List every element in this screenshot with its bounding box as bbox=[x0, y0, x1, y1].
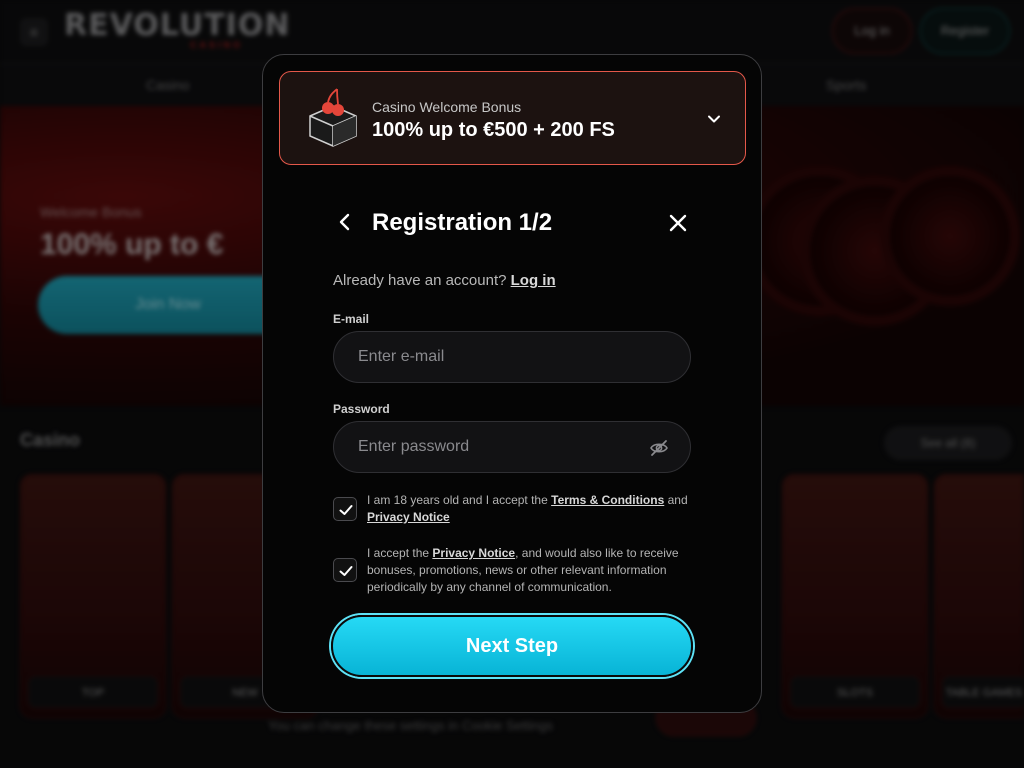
age-terms-consent-text: I am 18 years old and I accept the Terms… bbox=[367, 492, 697, 526]
next-step-label: Next Step bbox=[465, 635, 559, 657]
password-field[interactable] bbox=[358, 422, 648, 472]
email-field[interactable] bbox=[358, 332, 648, 382]
login-link[interactable]: Log in bbox=[511, 272, 556, 289]
privacy-notice-link[interactable]: Privacy Notice bbox=[367, 510, 450, 524]
marketing-consent-text: I accept the Privacy Notice, and would a… bbox=[367, 545, 697, 596]
account-prompt: Already have an account? Log in bbox=[333, 272, 556, 289]
bonus-title: 100% up to €500 + 200 FS bbox=[372, 119, 615, 141]
password-label: Password bbox=[333, 402, 390, 416]
consent-text: and bbox=[667, 493, 688, 507]
eye-off-icon[interactable] bbox=[649, 438, 669, 458]
account-prompt-text: Already have an account? bbox=[333, 272, 507, 289]
next-step-button[interactable]: Next Step bbox=[331, 615, 693, 677]
chevron-down-icon[interactable] bbox=[705, 110, 723, 128]
checkmark-icon bbox=[339, 566, 353, 576]
page-title: Registration 1/2 bbox=[372, 209, 553, 236]
privacy-notice-link[interactable]: Privacy Notice bbox=[432, 546, 515, 560]
cherry-box-icon bbox=[309, 88, 357, 147]
email-label: E-mail bbox=[333, 312, 370, 326]
back-arrow-icon[interactable] bbox=[333, 210, 357, 234]
password-field-container bbox=[333, 421, 691, 473]
close-icon[interactable] bbox=[667, 212, 689, 234]
bonus-subtitle: Casino Welcome Bonus bbox=[372, 99, 522, 115]
consent-text: I am 18 years old and I accept the bbox=[367, 493, 548, 507]
registration-modal: Casino Welcome Bonus 100% up to €500 + 2… bbox=[262, 54, 762, 713]
checkmark-icon bbox=[339, 505, 353, 515]
email-field-container bbox=[333, 331, 691, 383]
welcome-bonus-selector[interactable]: Casino Welcome Bonus 100% up to €500 + 2… bbox=[279, 71, 746, 165]
age-terms-checkbox[interactable] bbox=[333, 497, 357, 521]
terms-conditions-link[interactable]: Terms & Conditions bbox=[551, 493, 664, 507]
consent-text: I accept the bbox=[367, 546, 430, 560]
marketing-consent-checkbox[interactable] bbox=[333, 558, 357, 582]
